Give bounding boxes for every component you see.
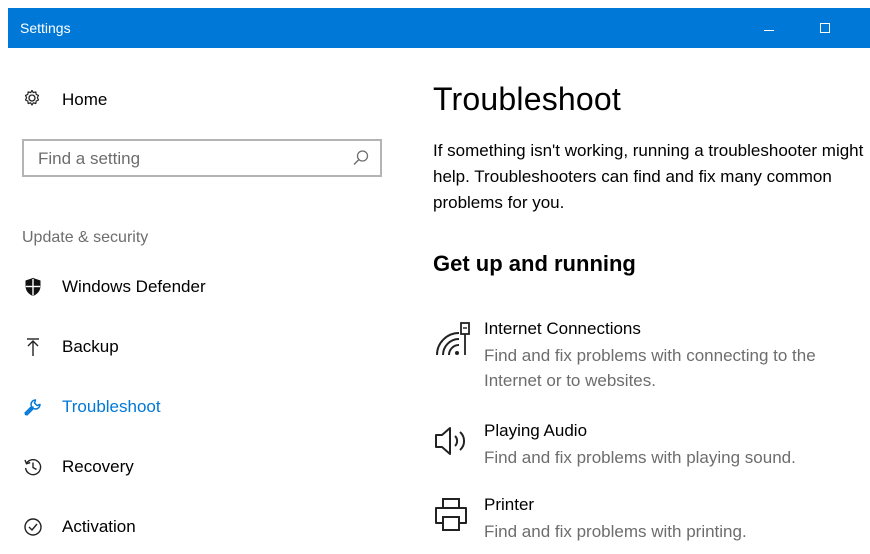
sidebar-item-label: Windows Defender — [62, 277, 206, 296]
maximize-icon — [820, 23, 830, 33]
printer-icon — [433, 497, 473, 533]
troubleshooter-name: Internet Connections — [484, 319, 641, 338]
minimize-icon — [764, 29, 774, 31]
troubleshooter-name: Printer — [484, 495, 535, 514]
title-bar: Settings — [8, 8, 870, 48]
sidebar: Home Find a setting Update & security Wi… — [0, 48, 400, 554]
sidebar-item-label: Activation — [62, 517, 136, 536]
search-box[interactable]: Find a setting — [22, 139, 382, 177]
minimize-button[interactable] — [746, 8, 792, 48]
page-title: Troubleshoot — [433, 81, 621, 117]
troubleshooter-printer[interactable]: Printer Find and fix problems with print… — [433, 495, 870, 545]
sidebar-item-activation[interactable]: Activation — [22, 513, 136, 541]
shield-icon — [22, 276, 44, 298]
sidebar-item-windows-defender[interactable]: Windows Defender — [22, 273, 206, 301]
troubleshooter-internet-connections[interactable]: Internet Connections Find and fix proble… — [433, 319, 870, 395]
sidebar-item-backup[interactable]: Backup — [22, 333, 119, 361]
troubleshooter-playing-audio[interactable]: Playing Audio Find and fix problems with… — [433, 421, 870, 471]
troubleshooter-description: Find and fix problems with connecting to… — [484, 346, 816, 390]
search-input[interactable]: Find a setting — [38, 149, 140, 169]
sidebar-item-label: Troubleshoot — [62, 397, 161, 416]
sidebar-item-recovery[interactable]: Recovery — [22, 453, 134, 481]
sidebar-item-troubleshoot[interactable]: Troubleshoot — [22, 393, 161, 421]
main-content: Troubleshoot If something isn't working,… — [400, 48, 870, 554]
history-icon — [22, 456, 44, 478]
backup-arrow-icon — [22, 336, 44, 358]
search-icon[interactable] — [352, 149, 370, 172]
section-heading: Get up and running — [433, 251, 636, 276]
wrench-icon — [22, 396, 44, 418]
home-link[interactable]: Home — [22, 88, 107, 112]
troubleshooter-description: Find and fix problems with printing. — [484, 522, 747, 541]
gear-icon — [22, 88, 42, 113]
section-label: Update & security — [22, 229, 149, 246]
page-description: If something isn't working, running a tr… — [433, 141, 864, 212]
network-icon — [433, 321, 473, 357]
maximize-button[interactable] — [802, 8, 848, 48]
sidebar-item-label: Recovery — [62, 457, 134, 476]
home-label: Home — [62, 90, 108, 109]
window-title: Settings — [20, 20, 71, 36]
troubleshooter-name: Playing Audio — [484, 421, 588, 440]
troubleshooter-description: Find and fix problems with playing sound… — [484, 448, 796, 467]
speaker-icon — [433, 423, 473, 459]
sidebar-item-label: Backup — [62, 337, 119, 356]
checkmark-circle-icon — [22, 516, 44, 538]
